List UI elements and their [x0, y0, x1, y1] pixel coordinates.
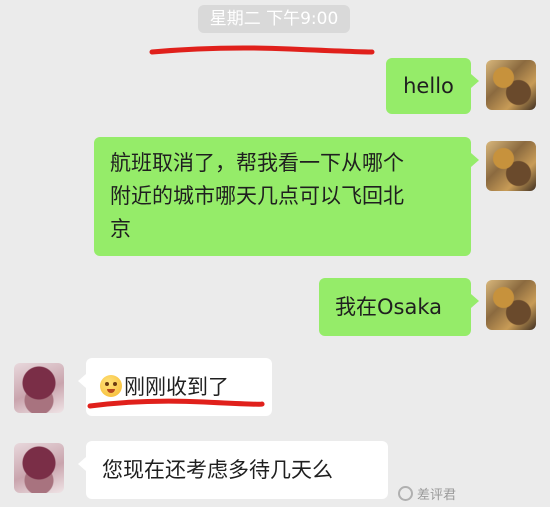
message-text-line: 京 [110, 217, 131, 241]
contact-avatar[interactable] [14, 363, 64, 413]
message-bubble-incoming[interactable]: 您现在还考虑多待几天么 [78, 441, 388, 499]
user-avatar[interactable] [486, 280, 536, 330]
red-underline-annotation [87, 398, 265, 409]
watermark: 差评君 [398, 484, 456, 503]
message-text-line: 附近的城市哪天几点可以飞回北 [110, 184, 404, 208]
message-bubble-outgoing[interactable]: 我在Osaka [319, 278, 479, 336]
timestamp-label: 星期二 下午9:00 [198, 5, 350, 33]
contact-avatar[interactable] [14, 443, 64, 493]
user-avatar[interactable] [486, 141, 536, 191]
message-bubble-outgoing[interactable]: 航班取消了，帮我看一下从哪个 附近的城市哪天几点可以飞回北 京 [94, 137, 479, 256]
user-avatar[interactable] [486, 60, 536, 110]
weibo-icon [398, 486, 413, 501]
watermark-text: 差评君 [417, 488, 457, 503]
red-underline-annotation [149, 45, 375, 55]
message-text: hello [403, 74, 454, 98]
message-text: 您现在还考虑多待几天么 [102, 458, 333, 482]
message-text: 我在Osaka [335, 295, 442, 319]
message-bubble-outgoing[interactable]: hello [386, 58, 479, 114]
message-text-line: 航班取消了，帮我看一下从哪个 [110, 151, 404, 175]
